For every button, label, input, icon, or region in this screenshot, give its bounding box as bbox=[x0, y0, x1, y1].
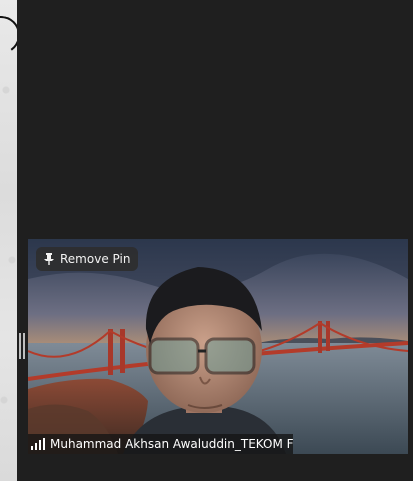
panel-resize-handle[interactable] bbox=[19, 333, 25, 359]
participant-name-bar: Muhammad Akhsan Awaluddin_TEKOM F bbox=[28, 434, 293, 454]
signal-strength-icon bbox=[31, 438, 45, 450]
remove-pin-label: Remove Pin bbox=[60, 252, 131, 266]
participant-video-tile[interactable] bbox=[28, 239, 408, 454]
pin-icon bbox=[44, 253, 54, 265]
participant-name: Muhammad Akhsan Awaluddin_TEKOM F bbox=[50, 437, 293, 451]
remove-pin-button[interactable]: Remove Pin bbox=[36, 247, 139, 271]
left-window-edge bbox=[0, 0, 24, 481]
virtual-background-golden-gate bbox=[28, 239, 408, 454]
